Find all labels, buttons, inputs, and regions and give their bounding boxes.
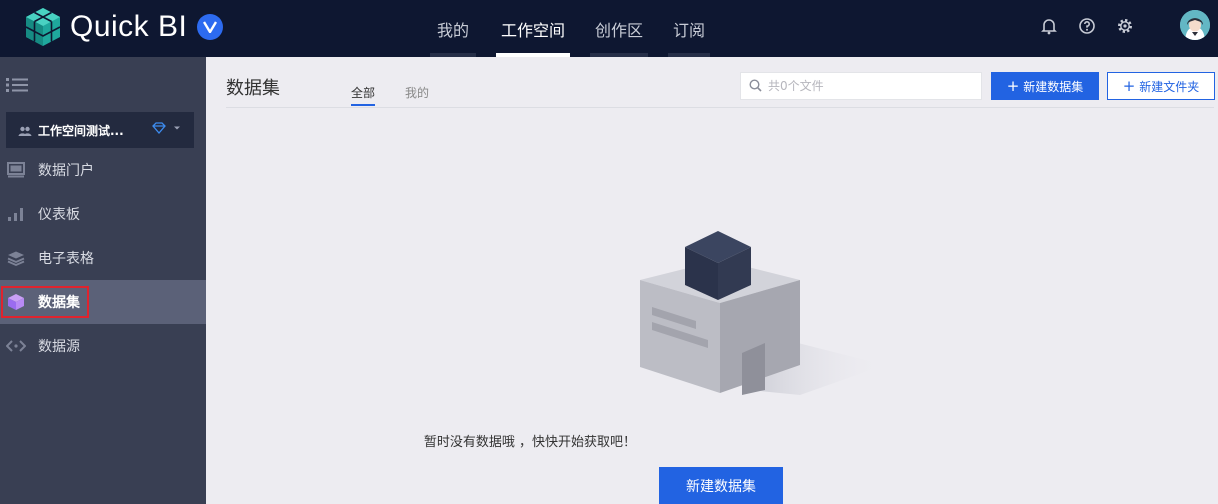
portal-icon: [6, 160, 26, 180]
menu-toggle-icon[interactable]: [6, 77, 28, 96]
top-bar: Quick BI 我的 工作空间 创作区 订阅: [0, 0, 1218, 57]
help-icon[interactable]: [1077, 16, 1097, 36]
sidebar-item-dashboard[interactable]: 仪表板: [0, 192, 206, 236]
search-input[interactable]: [768, 79, 968, 93]
empty-state-illustration: [640, 231, 885, 395]
code-arrows-icon: [6, 336, 26, 356]
sidebar-item-label: 数据门户: [38, 163, 94, 179]
new-folder-button[interactable]: + 新建文件夹: [1107, 72, 1215, 100]
tab-mine[interactable]: 我的: [405, 84, 429, 101]
nav-underbar: [590, 53, 648, 57]
new-dataset-button[interactable]: + 新建数据集: [991, 72, 1099, 100]
highlight-box: [1, 286, 89, 318]
bar-chart-icon: [6, 204, 26, 224]
new-folder-label: 新建文件夹: [1139, 79, 1200, 94]
nav-underbar: [668, 53, 710, 57]
group-icon: [18, 121, 32, 140]
page-title: 数据集: [226, 78, 280, 99]
logo-cube-icon: [25, 8, 61, 46]
empty-state-text: 暂时没有数据哦 ，快快开始获取吧！: [423, 435, 637, 450]
nav-item-create[interactable]: 创作区: [590, 0, 648, 57]
search-icon: [749, 77, 762, 96]
create-dataset-cta-button[interactable]: 新建数据集: [659, 467, 783, 504]
new-dataset-label: 新建数据集: [1023, 79, 1084, 94]
sidebar-item-label: 数据源: [38, 339, 80, 355]
top-nav: 我的 工作空间 创作区 订阅: [430, 0, 710, 57]
gear-icon[interactable]: [1115, 16, 1135, 36]
logo-text: Quick BI: [70, 10, 188, 43]
nav-item-subscribe[interactable]: 订阅: [668, 0, 710, 57]
header-divider: [226, 107, 1214, 108]
plus-icon: +: [1122, 77, 1136, 95]
sidebar-item-datasource[interactable]: 数据源: [0, 324, 206, 368]
nav-item-mine[interactable]: 我的: [430, 0, 476, 57]
sidebar-item-label: 仪表板: [38, 207, 80, 223]
nav-item-label: 我的: [436, 20, 469, 40]
sidebar-item-label: 电子表格: [38, 251, 94, 267]
nav-item-label: 创作区: [594, 20, 643, 40]
nav-item-workspace[interactable]: 工作空间: [496, 0, 570, 57]
version-badge-icon: [197, 14, 224, 40]
user-avatar[interactable]: [1180, 10, 1210, 40]
tab-all[interactable]: 全部: [351, 84, 375, 101]
empty-state-message: 暂时没有数据哦 ，快快开始获取吧！: [0, 431, 1218, 450]
sidebar-item-spreadsheet[interactable]: 电子表格: [0, 236, 206, 280]
chevron-down-icon[interactable]: [172, 123, 182, 133]
workspace-actions: [152, 122, 182, 134]
nav-item-label: 订阅: [672, 20, 705, 40]
tab-active-indicator: [351, 104, 375, 106]
nav-item-label: 工作空间: [500, 20, 565, 40]
layers-icon: [6, 248, 26, 268]
nav-underbar: [430, 53, 476, 57]
search-box[interactable]: [740, 72, 982, 100]
diamond-icon: [152, 122, 166, 134]
cta-label: 新建数据集: [686, 478, 756, 495]
app-logo[interactable]: Quick BI: [22, 5, 224, 49]
plus-icon: +: [1006, 77, 1020, 95]
workspace-label: 工作空间测试...: [38, 123, 124, 138]
bell-icon[interactable]: [1039, 16, 1059, 36]
sidebar-item-data-portal[interactable]: 数据门户: [0, 148, 206, 192]
workspace-selector[interactable]: 工作空间测试...: [6, 112, 194, 148]
